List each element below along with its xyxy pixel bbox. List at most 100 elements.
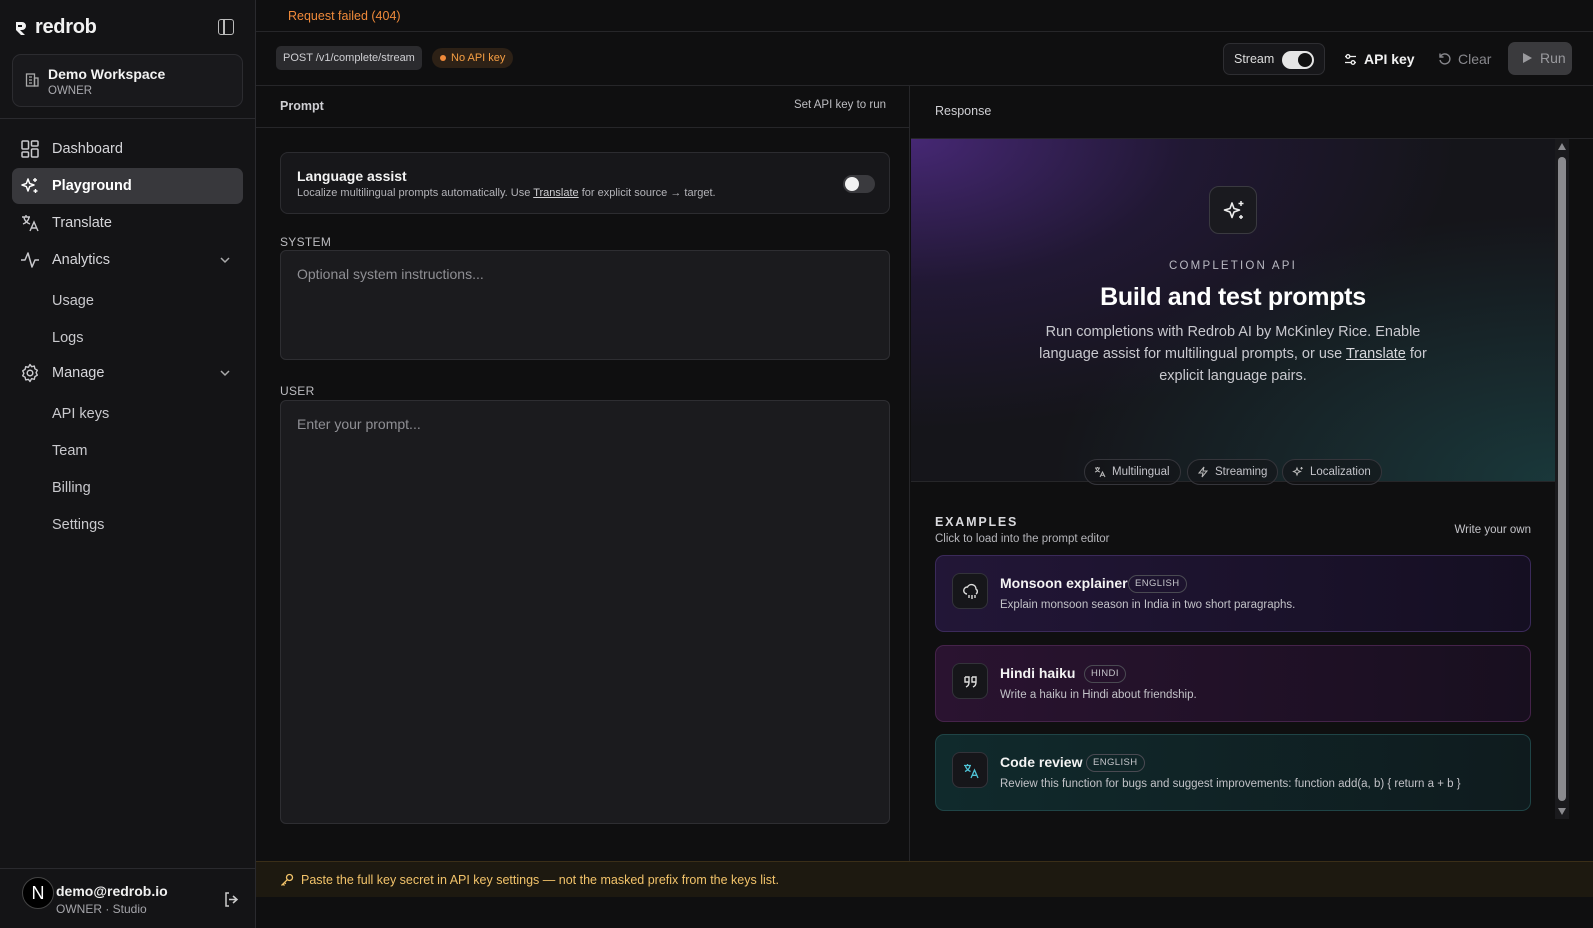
user-profile[interactable]: N demo@redrob.io OWNER · Studio — [0, 868, 256, 928]
prompt-panel: Prompt Set API key to run Language assis… — [256, 86, 910, 861]
stream-toggle[interactable]: Stream — [1223, 43, 1325, 75]
sidebar-item-label: Playground — [52, 178, 132, 194]
language-assist-toggle[interactable] — [843, 175, 875, 193]
brand-logo[interactable]: redrob — [12, 16, 97, 39]
sidebar-item-dashboard[interactable]: Dashboard — [12, 131, 243, 167]
languages-icon — [952, 752, 988, 788]
sidebar-item-billing[interactable]: Billing — [52, 480, 91, 496]
examples-title: EXAMPLES — [935, 515, 1019, 529]
examples-section: EXAMPLES Click to load into the prompt e… — [911, 482, 1555, 828]
key-icon — [281, 873, 294, 886]
language-badge: ENGLISH — [1086, 754, 1145, 772]
chevron-down-icon[interactable] — [219, 367, 231, 379]
chip-label: Streaming — [1215, 466, 1268, 478]
sidebar-toggle-icon[interactable] — [218, 19, 234, 35]
cloud-rain-icon — [952, 573, 988, 609]
stream-label: Stream — [1234, 52, 1275, 66]
scrollbar-thumb[interactable] — [1558, 157, 1566, 801]
languages-icon — [22, 215, 39, 232]
sidebar-item-label: Translate — [52, 215, 112, 231]
run-button[interactable]: Run — [1508, 42, 1572, 75]
sidebar-item-api-keys[interactable]: API keys — [52, 406, 109, 422]
user-email: demo@redrob.io — [56, 883, 168, 899]
example-card-code-review[interactable]: Code review ENGLISH Review this function… — [935, 734, 1531, 811]
rotate-ccw-icon — [1439, 53, 1451, 65]
example-desc: Explain monsoon season in India in two s… — [1000, 599, 1296, 611]
language-assist-desc-post: for explicit source → target. — [578, 187, 716, 199]
settings-sliders-icon — [1345, 54, 1356, 65]
api-key-hint-text: Paste the full key secret in API key set… — [301, 873, 779, 887]
example-name: Hindi haiku — [1000, 665, 1076, 681]
languages-icon — [1094, 467, 1106, 478]
scroll-up-arrow[interactable] — [1558, 143, 1566, 150]
workspace-name: Demo Workspace — [48, 66, 166, 82]
sidebar-item-label: Dashboard — [52, 141, 123, 157]
sidebar-item-team[interactable]: Team — [52, 443, 87, 459]
language-assist-desc-pre: Localize multilingual prompts automatica… — [297, 187, 534, 199]
endpoint-badge: POST /v1/complete/stream — [276, 46, 422, 70]
main-panel: Request failed (404) POST /v1/complete/s… — [256, 0, 1593, 928]
chip-label: Localization — [1310, 466, 1371, 478]
sidebar-item-settings[interactable]: Settings — [52, 517, 104, 533]
avatar: N — [22, 877, 54, 909]
stream-switch[interactable] — [1282, 51, 1314, 69]
brand-name: redrob — [35, 16, 97, 38]
redrob-logo-icon — [15, 21, 26, 35]
quote-icon — [952, 663, 988, 699]
example-desc: Review this function for bugs and sugges… — [1000, 778, 1461, 790]
sidebar-item-translate[interactable]: Translate — [12, 205, 243, 241]
language-assist-title: Language assist — [297, 168, 407, 184]
hero-caption: COMPLETION API — [1169, 260, 1297, 272]
api-key-hint-bar: Paste the full key secret in API key set… — [256, 861, 1593, 897]
hero-translate-link[interactable]: Translate — [1346, 346, 1406, 362]
prompt-hint: Set API key to run — [793, 99, 886, 111]
api-key-label: API key — [1364, 51, 1415, 67]
language-badge: HINDI — [1084, 665, 1126, 683]
sparkles-icon — [21, 178, 38, 193]
workspace-switcher[interactable]: Demo Workspace OWNER — [12, 54, 243, 107]
workspace-role: OWNER — [48, 85, 93, 97]
gear-icon — [22, 363, 38, 383]
no-api-key-badge: No API key — [432, 48, 514, 68]
sidebar: redrob Demo Workspace OWNER Dashboard Pl… — [0, 0, 256, 928]
translate-link[interactable]: Translate — [533, 187, 578, 199]
sidebar-item-manage[interactable]: Manage — [12, 355, 243, 391]
example-card-hindi-haiku[interactable]: Hindi haiku HINDI Write a haiku in Hindi… — [935, 645, 1531, 722]
response-header: Response — [911, 86, 1593, 139]
example-desc: Write a haiku in Hindi about friendship. — [1000, 689, 1197, 701]
api-key-button[interactable]: API key — [1344, 51, 1415, 67]
sparkles-icon — [1209, 186, 1257, 234]
user-prompt-input[interactable]: Enter your prompt... — [280, 400, 890, 824]
language-assist-card: Language assist Localize multilingual pr… — [280, 152, 890, 214]
system-input[interactable]: Optional system instructions... — [280, 250, 890, 360]
sidebar-item-usage[interactable]: Usage — [52, 293, 94, 309]
sidebar-item-playground[interactable]: Playground — [12, 168, 243, 204]
hero-description: Run completions with Redrob AI by McKinl… — [1016, 321, 1450, 387]
system-label: SYSTEM — [280, 235, 332, 249]
clear-button[interactable]: Clear — [1438, 51, 1491, 67]
chevron-down-icon[interactable] — [219, 254, 231, 266]
sidebar-divider — [0, 118, 256, 119]
example-card-monsoon[interactable]: Monsoon explainer ENGLISH Explain monsoo… — [935, 555, 1531, 632]
write-your-own-link[interactable]: Write your own — [1455, 524, 1531, 536]
examples-subtitle: Click to load into the prompt editor — [935, 533, 1110, 545]
example-name: Monsoon explainer — [1000, 575, 1128, 591]
clear-label: Clear — [1458, 51, 1492, 67]
sidebar-item-label: Manage — [52, 365, 105, 381]
sidebar-item-logs[interactable]: Logs — [52, 330, 83, 346]
toolbar: POST /v1/complete/stream No API key Stre… — [256, 32, 1593, 86]
response-title: Response — [935, 104, 992, 118]
sidebar-item-analytics[interactable]: Analytics — [12, 242, 243, 278]
chip-label: Multilingual — [1112, 466, 1170, 478]
error-message: Request failed (404) — [288, 9, 401, 23]
response-scrollbar[interactable] — [1555, 139, 1569, 819]
logout-icon[interactable] — [223, 891, 240, 908]
scroll-down-arrow[interactable] — [1558, 808, 1566, 815]
language-assist-desc: Localize multilingual prompts automatica… — [297, 187, 716, 199]
building-icon — [25, 73, 39, 87]
example-name: Code review — [1000, 754, 1083, 770]
response-hero: COMPLETION API Build and test prompts Ru… — [911, 139, 1555, 485]
hero-heading: Build and test prompts — [1100, 283, 1366, 311]
sidebar-item-label: Analytics — [52, 252, 111, 268]
prompt-title: Prompt — [280, 99, 324, 113]
